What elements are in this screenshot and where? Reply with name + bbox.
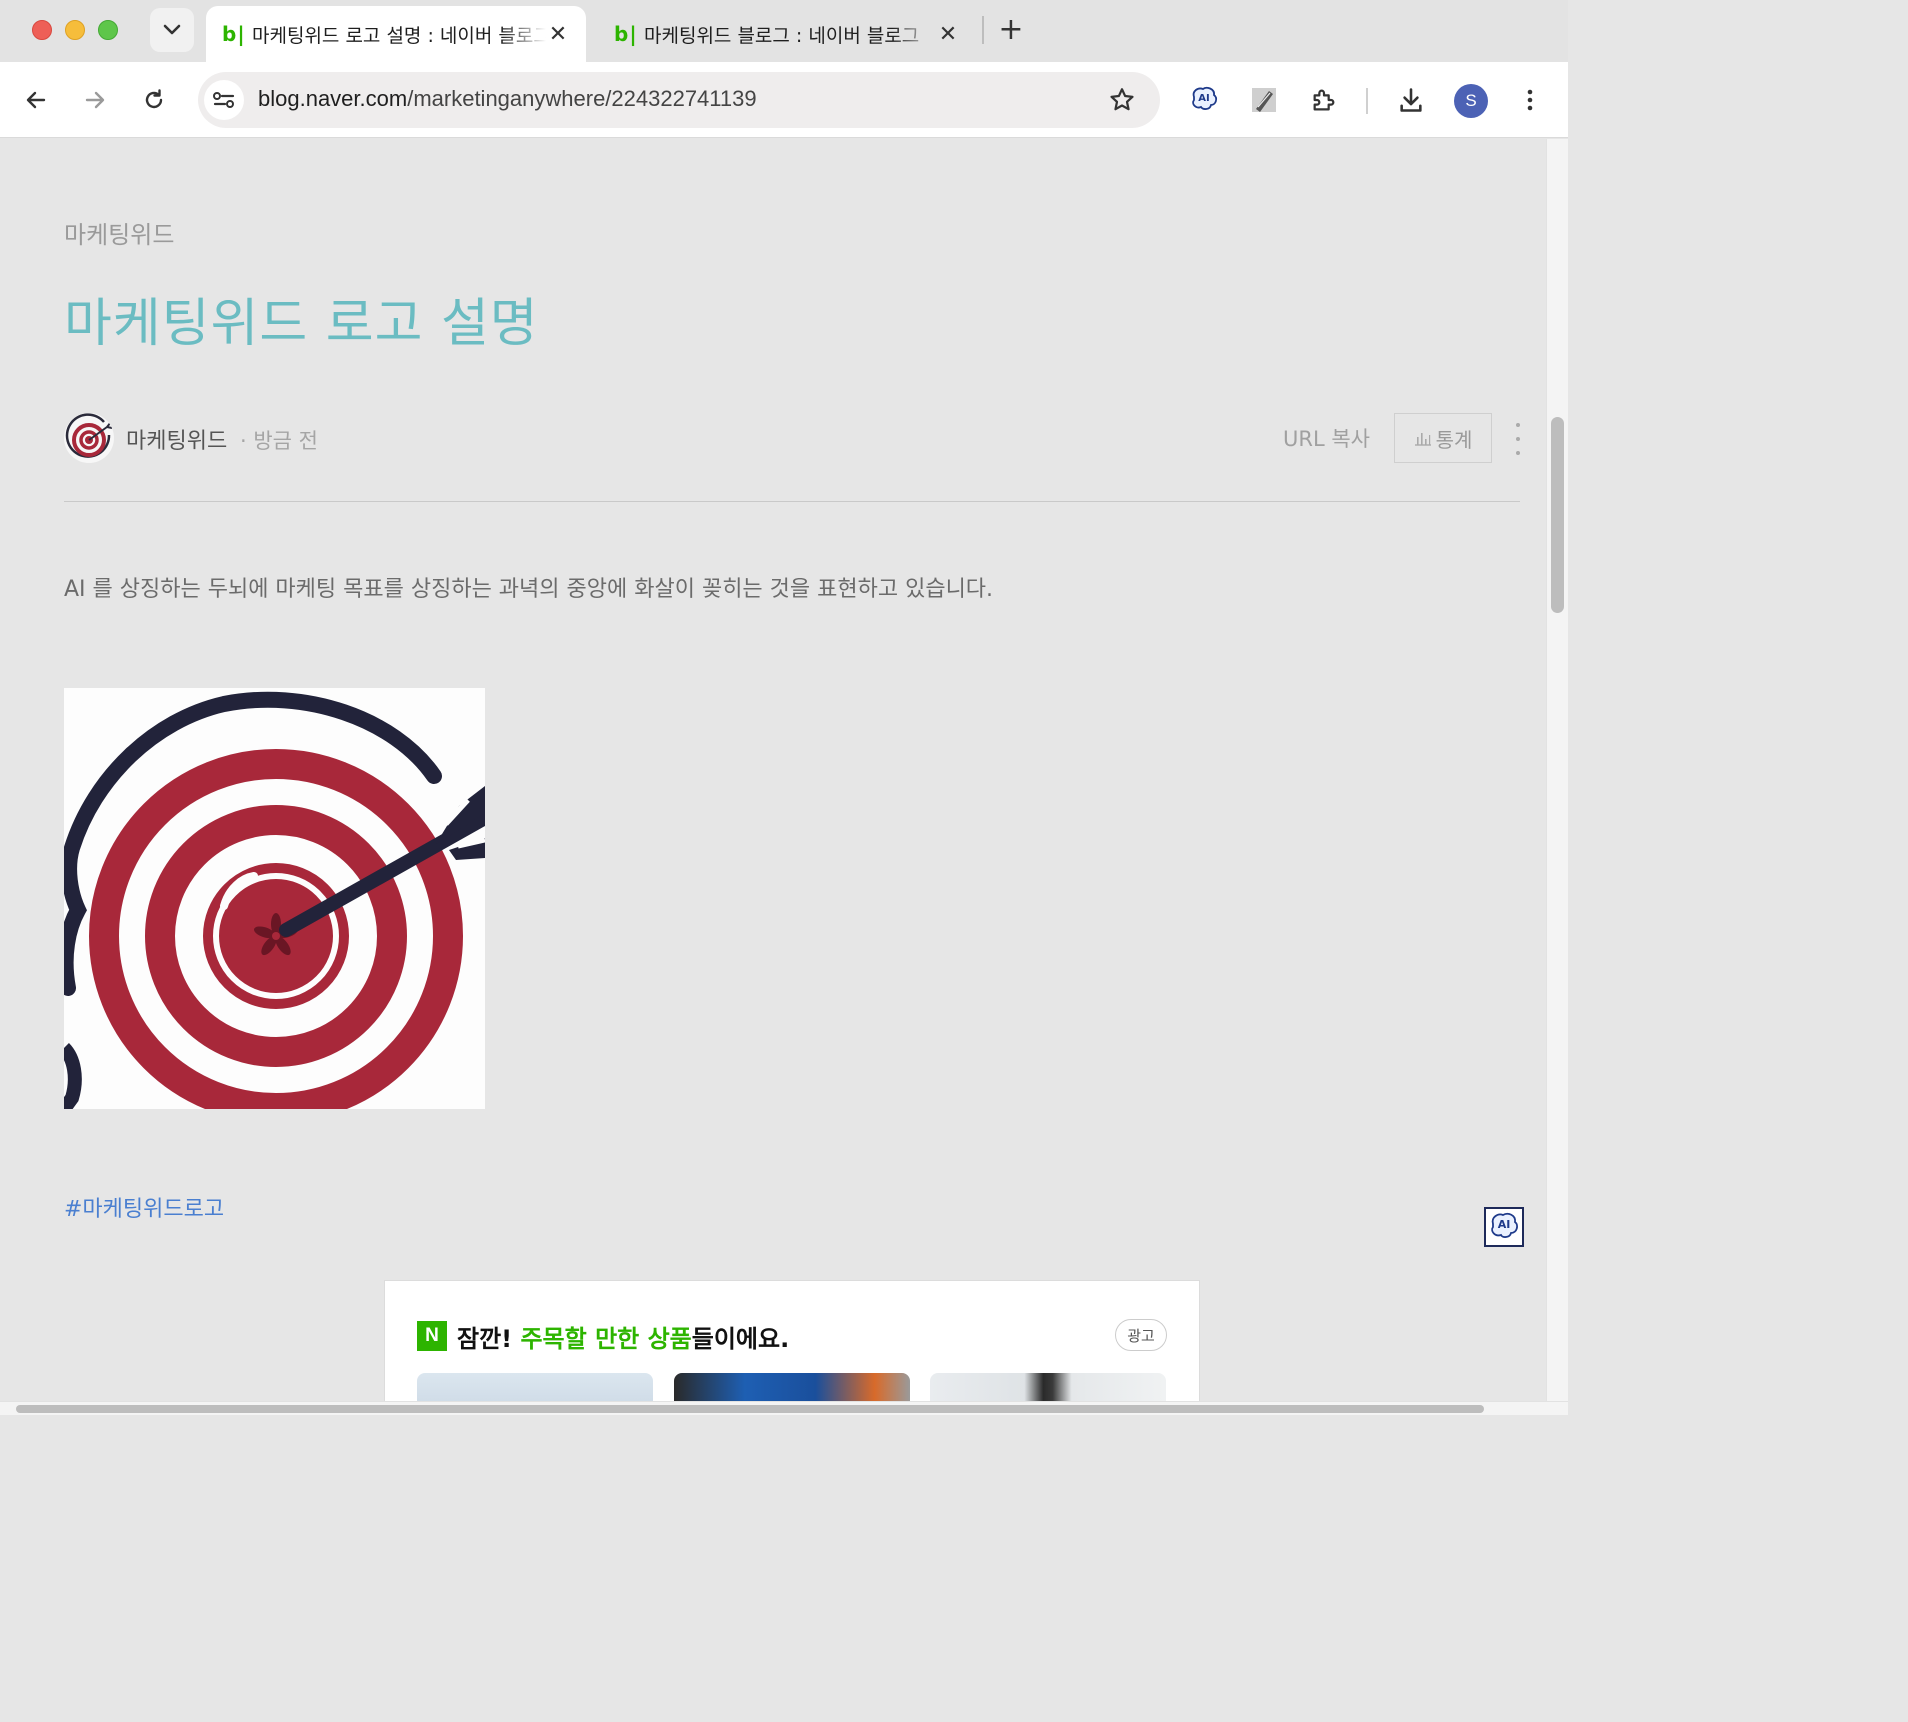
blog-post-page: 마케팅위드 마케팅위드 로고 설명 마케팅위드 · 방금 전 URL 복사 통계…: [0, 139, 1546, 1401]
post-category[interactable]: 마케팅위드: [64, 215, 174, 250]
meta-divider: [64, 501, 1520, 502]
new-tab-button[interactable]: +: [996, 12, 1026, 48]
browser-toolbar: blog.naver.com/marketinganywhere/2243227…: [0, 62, 1568, 138]
back-icon: [26, 91, 46, 109]
post-date: · 방금 전: [240, 429, 318, 453]
tab-close-icon[interactable]: ✕: [936, 22, 960, 47]
horizontal-scrollbar[interactable]: [0, 1401, 1568, 1415]
ad-product-thumbnail[interactable]: [930, 1373, 1166, 1401]
bookmark-button[interactable]: [1108, 86, 1136, 118]
ai-extension-icon: AI: [1192, 86, 1218, 110]
forward-icon: [85, 91, 105, 109]
window-minimize-button[interactable]: [65, 20, 85, 40]
extensions-button[interactable]: [1306, 82, 1342, 118]
post-meta-row: 마케팅위드 · 방금 전 URL 복사 통계: [64, 411, 1520, 465]
ad-product-thumbnail[interactable]: [674, 1373, 910, 1401]
tab-search-button[interactable]: [150, 8, 194, 52]
tab-title: 마케팅위드 블로그 : 네이버 블로그: [644, 24, 920, 47]
tab-close-icon[interactable]: ✕: [546, 22, 570, 47]
reload-button[interactable]: [136, 82, 172, 118]
ad-label-badge[interactable]: 광고: [1115, 1319, 1167, 1351]
site-info-button[interactable]: [204, 80, 244, 120]
naver-n-icon: N: [417, 1321, 447, 1351]
site-info-icon: [213, 92, 235, 108]
tab-active[interactable]: b| 마케팅위드 로고 설명 : 네이버 블로그 ✕: [206, 6, 586, 62]
stats-button[interactable]: 통계: [1394, 413, 1492, 463]
post-title: 마케팅위드 로고 설명: [64, 294, 539, 354]
post-logo-image[interactable]: [64, 688, 485, 1109]
reload-icon: [145, 89, 163, 109]
ad-heading: 잠깐! 주목할 만한 상품들이에요.: [457, 1319, 789, 1354]
star-icon: [1110, 88, 1134, 111]
tab-title: 마케팅위드 로고 설명 : 네이버 블로그: [252, 24, 546, 47]
profile-avatar[interactable]: S: [1454, 84, 1488, 118]
tab-strip: b| 마케팅위드 로고 설명 : 네이버 블로그 ✕ b| 마케팅위드 블로그 …: [0, 0, 1568, 62]
author-name[interactable]: 마케팅위드: [126, 423, 227, 455]
ai-brain-icon: AI: [1491, 1212, 1518, 1238]
extensions-icon: [1313, 89, 1335, 111]
bar-chart-icon: [1414, 433, 1431, 446]
menu-icon: [1527, 89, 1533, 111]
ad-card: N 잠깐! 주목할 만한 상품들이에요. 광고: [384, 1280, 1200, 1401]
hashtag-link[interactable]: #마케팅위드로고: [64, 1191, 224, 1223]
tab-separator: [982, 16, 984, 44]
svg-text:AI: AI: [1198, 93, 1209, 104]
browser-menu-button[interactable]: [1512, 82, 1548, 118]
forward-button[interactable]: [77, 82, 113, 118]
url-copy-button[interactable]: URL 복사: [1283, 423, 1370, 453]
naver-blog-favicon-icon: b|: [614, 22, 638, 46]
ad-heading-prefix: 잠깐!: [457, 1325, 521, 1353]
address-bar[interactable]: blog.naver.com/marketinganywhere/2243227…: [198, 72, 1160, 128]
brain-target-logo-icon: [64, 688, 485, 1109]
tab-inactive[interactable]: b| 마케팅위드 블로그 : 네이버 블로그 ✕: [598, 6, 976, 62]
target-logo-icon: [65, 413, 113, 458]
stats-label: 통계: [1435, 427, 1473, 452]
author-avatar[interactable]: [64, 413, 114, 463]
post-body-text: AI 를 상징하는 두뇌에 마케팅 목표를 상징하는 과녁의 중앙에 화살이 꽂…: [64, 577, 994, 602]
toolbar-separator: [1366, 88, 1368, 114]
chevron-down-icon: [163, 24, 181, 35]
back-button[interactable]: [18, 82, 54, 118]
download-icon: [1400, 88, 1422, 112]
ai-floating-button[interactable]: AI: [1484, 1207, 1524, 1247]
url-path: /marketinganywhere/224322741139: [407, 86, 757, 111]
ad-product-thumbnail[interactable]: [417, 1373, 653, 1401]
horizontal-scroll-thumb[interactable]: [16, 1405, 1484, 1413]
window-close-button[interactable]: [32, 20, 52, 40]
downloads-button[interactable]: [1393, 82, 1429, 118]
window-zoom-button[interactable]: [98, 20, 118, 40]
post-more-button[interactable]: [1510, 419, 1526, 459]
url-text[interactable]: blog.naver.com/marketinganywhere/2243227…: [258, 86, 757, 112]
pen-tool-icon: [1252, 88, 1276, 112]
vertical-scrollbar[interactable]: [1546, 139, 1568, 1401]
ad-heading-suffix: 들이에요.: [691, 1325, 790, 1353]
ad-heading-highlight: 주목할 만한 상품: [520, 1325, 692, 1353]
pen-tool-extension-button[interactable]: [1246, 82, 1282, 118]
url-host: blog.naver.com: [258, 86, 408, 111]
naver-blog-favicon-icon: b|: [222, 22, 246, 46]
ai-float-label: AI: [1498, 1218, 1511, 1231]
vertical-scroll-thumb[interactable]: [1551, 417, 1564, 613]
ai-extension-button[interactable]: AI: [1186, 82, 1222, 118]
